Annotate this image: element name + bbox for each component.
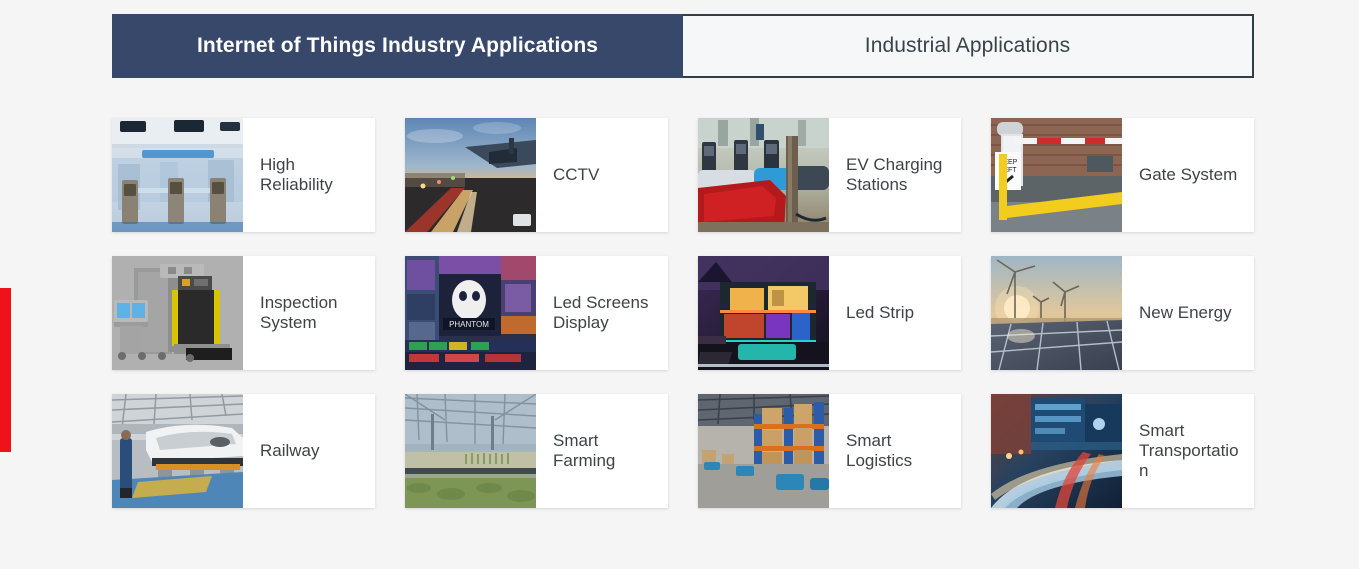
card-cctv[interactable]: CCTV [405, 118, 668, 232]
card-label: Smart Logistics [846, 431, 913, 470]
tab-internet-of-things-industry-applications[interactable]: Internet of Things Industry Applications [112, 14, 683, 78]
card-railway[interactable]: Railway [112, 394, 375, 508]
card-led-strip[interactable]: Led Strip [698, 256, 961, 370]
tab-bar: Internet of Things Industry Applications… [112, 14, 1254, 78]
card-new-energy[interactable]: New Energy [991, 256, 1254, 370]
card-label: Railway [260, 441, 320, 460]
card-label: Led Screens Display [553, 293, 649, 332]
card-smart-transportation[interactable]: Smart Transportation [991, 394, 1254, 508]
card-ev-charging-stations[interactable]: EV Charging Stations [698, 118, 961, 232]
subway-turnstiles-photo [112, 118, 243, 232]
card-label: Led Strip [846, 303, 915, 322]
city-traffic-light-trails-night-photo [991, 394, 1122, 508]
high-speed-train-factory-photo [112, 394, 243, 508]
card-label: High Reliability [260, 155, 333, 194]
card-label: Inspection System [260, 293, 338, 332]
tab-industrial-applications[interactable]: Industrial Applications [683, 14, 1254, 78]
city-street-dusk-cctv-camera-photo [405, 118, 536, 232]
card-gate-system[interactable]: KEEP LEFT Gate System [991, 118, 1254, 232]
card-smart-logistics[interactable]: Smart Logistics [698, 394, 961, 508]
application-card-grid: High Reliability CCTV EV Charging Statio… [112, 118, 1254, 508]
ev-charging-station-cars-photo [698, 118, 829, 232]
solar-panels-wind-turbines-sunset-photo [991, 256, 1122, 370]
svg-text:PHANTOM: PHANTOM [449, 320, 489, 329]
greenhouse-crops-photo [405, 394, 536, 508]
card-label: Smart Farming [553, 431, 616, 470]
parking-barrier-gate-keep-left-sign-photo: KEEP LEFT [991, 118, 1122, 232]
card-label: CCTV [553, 165, 600, 184]
card-label: New Energy [1139, 303, 1232, 322]
left-accent-bar [0, 288, 11, 452]
card-high-reliability[interactable]: High Reliability [112, 118, 375, 232]
xray-baggage-scanner-photo [112, 256, 243, 370]
card-label: Gate System [1139, 165, 1238, 184]
times-square-led-billboards-photo: PHANTOM [405, 256, 536, 370]
card-inspection-system[interactable]: Inspection System [112, 256, 375, 370]
card-label: Smart Transportation [1139, 421, 1239, 480]
card-led-screens-display[interactable]: PHANTOM Led Screens Display [405, 256, 668, 370]
card-label: EV Charging Stations [846, 155, 943, 194]
modern-house-night-led-lighting-photo [698, 256, 829, 370]
warehouse-agv-robots-racks-photo [698, 394, 829, 508]
card-smart-farming[interactable]: Smart Farming [405, 394, 668, 508]
